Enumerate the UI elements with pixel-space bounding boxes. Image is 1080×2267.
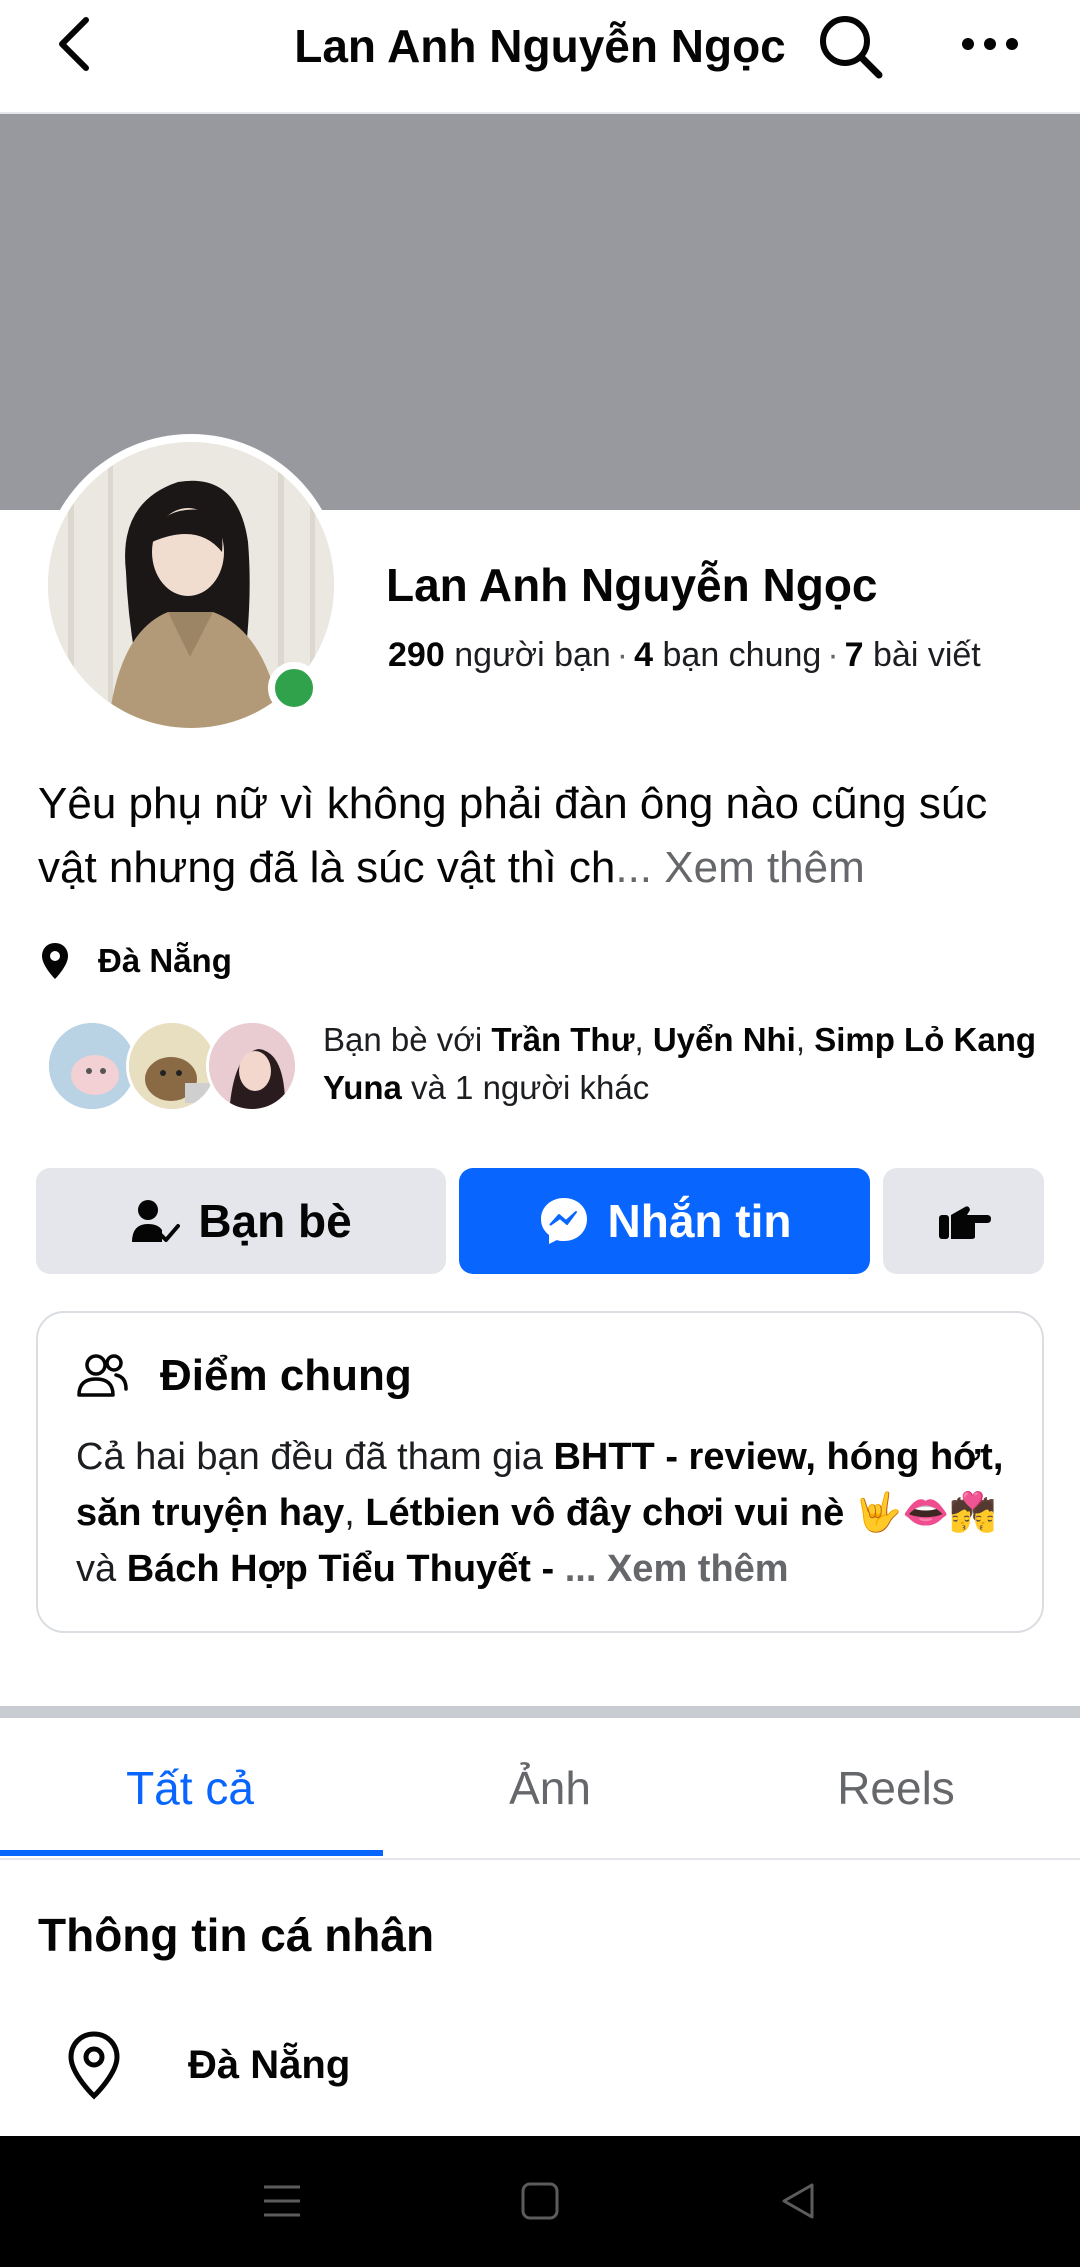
system-navigation-bar bbox=[0, 2136, 1080, 2267]
tab-photos[interactable]: Ảnh bbox=[370, 1718, 730, 1858]
friends-button[interactable]: Bạn bè bbox=[36, 1168, 446, 1274]
online-status-indicator bbox=[268, 662, 320, 714]
menu-lines-icon bbox=[264, 2185, 300, 2217]
location-text: Đà Nẵng bbox=[98, 942, 232, 979]
page-title: Lan Anh Nguyễn Ngọc bbox=[294, 20, 786, 72]
system-back-button[interactable] bbox=[758, 2166, 838, 2236]
mutual-friend-avatar[interactable] bbox=[46, 1020, 138, 1112]
mutual-label[interactable]: bạn chung bbox=[663, 636, 822, 674]
posts-count: 7 bbox=[844, 636, 864, 674]
bio-text: Yêu phụ nữ vì không phải đàn ông nào cũn… bbox=[38, 779, 988, 892]
search-button[interactable] bbox=[812, 8, 888, 84]
more-options-button[interactable] bbox=[955, 14, 1025, 74]
personal-info-location: Đà Nẵng bbox=[66, 2030, 350, 2100]
personal-info-title: Thông tin cá nhân bbox=[38, 1909, 435, 1961]
tab-reels[interactable]: Reels bbox=[716, 1718, 1076, 1858]
location-pin-icon bbox=[66, 2030, 126, 2100]
section-divider bbox=[0, 1706, 1080, 1718]
common-header: Điểm chung bbox=[76, 1341, 412, 1411]
mutual-friends-row[interactable]: Bạn bè với Trần Thư, Uyển Nhi, Simp Lỏ K… bbox=[46, 1016, 1046, 1116]
friend-check-icon bbox=[130, 1198, 181, 1244]
common-see-more-link[interactable]: ... Xem thêm bbox=[554, 1548, 789, 1590]
back-button[interactable] bbox=[44, 14, 104, 74]
profile-stats: 290 người bạn · 4 bạn chung · 7 bài viết bbox=[388, 636, 981, 674]
location-pin-icon bbox=[40, 938, 80, 984]
posts-label: bài viết bbox=[873, 636, 981, 674]
profile-name: Lan Anh Nguyễn Ngọc bbox=[386, 559, 878, 611]
mutual-count[interactable]: 4 bbox=[634, 636, 653, 674]
mutual-friend-avatar[interactable] bbox=[206, 1020, 298, 1112]
tab-all[interactable]: Tất cả bbox=[10, 1718, 370, 1858]
active-tab-indicator bbox=[0, 1850, 383, 1856]
common-interests-card: Điểm chung Cả hai bạn đều đã tham gia BH… bbox=[36, 1311, 1044, 1633]
message-button[interactable]: Nhắn tin bbox=[459, 1168, 870, 1274]
profile-avatar[interactable] bbox=[40, 434, 342, 736]
recent-apps-button[interactable] bbox=[242, 2166, 322, 2236]
mutual-friend-name[interactable]: Trần Thư bbox=[491, 1021, 634, 1058]
group-link[interactable]: Bách Hợp Tiểu Thuyết - bbox=[127, 1548, 554, 1590]
group-link[interactable]: Létbien vô đây chơi vui nè 🤟👄💏 bbox=[365, 1492, 996, 1534]
profile-tabs: Tất cả Ảnh Reels bbox=[0, 1718, 1080, 1860]
mutual-friend-avatar[interactable] bbox=[126, 1020, 218, 1112]
poke-button[interactable] bbox=[883, 1168, 1044, 1274]
home-button[interactable] bbox=[500, 2166, 580, 2236]
mutual-friend-name[interactable]: Uyển Nhi bbox=[653, 1021, 796, 1058]
search-icon bbox=[820, 16, 883, 79]
bio-see-more-link[interactable]: ... Xem thêm bbox=[615, 843, 864, 892]
more-dots-icon bbox=[962, 38, 1018, 50]
people-icon bbox=[76, 1353, 132, 1399]
back-triangle-icon bbox=[782, 2183, 814, 2219]
common-interests-text: Cả hai bạn đều đã tham gia BHTT - review… bbox=[76, 1436, 1004, 1590]
chevron-left-icon bbox=[59, 17, 89, 71]
friends-label[interactable]: người bạn bbox=[454, 636, 611, 674]
location-row: Đà Nẵng bbox=[40, 936, 232, 986]
messenger-icon bbox=[538, 1195, 590, 1247]
mutual-friends-text: Bạn bè với Trần Thư, Uyển Nhi, Simp Lỏ K… bbox=[323, 1021, 1037, 1106]
top-bar: Lan Anh Nguyễn Ngọc bbox=[0, 0, 1080, 114]
home-square-icon bbox=[521, 2182, 559, 2220]
friends-count[interactable]: 290 bbox=[388, 636, 445, 674]
poke-hand-icon bbox=[938, 1206, 991, 1239]
